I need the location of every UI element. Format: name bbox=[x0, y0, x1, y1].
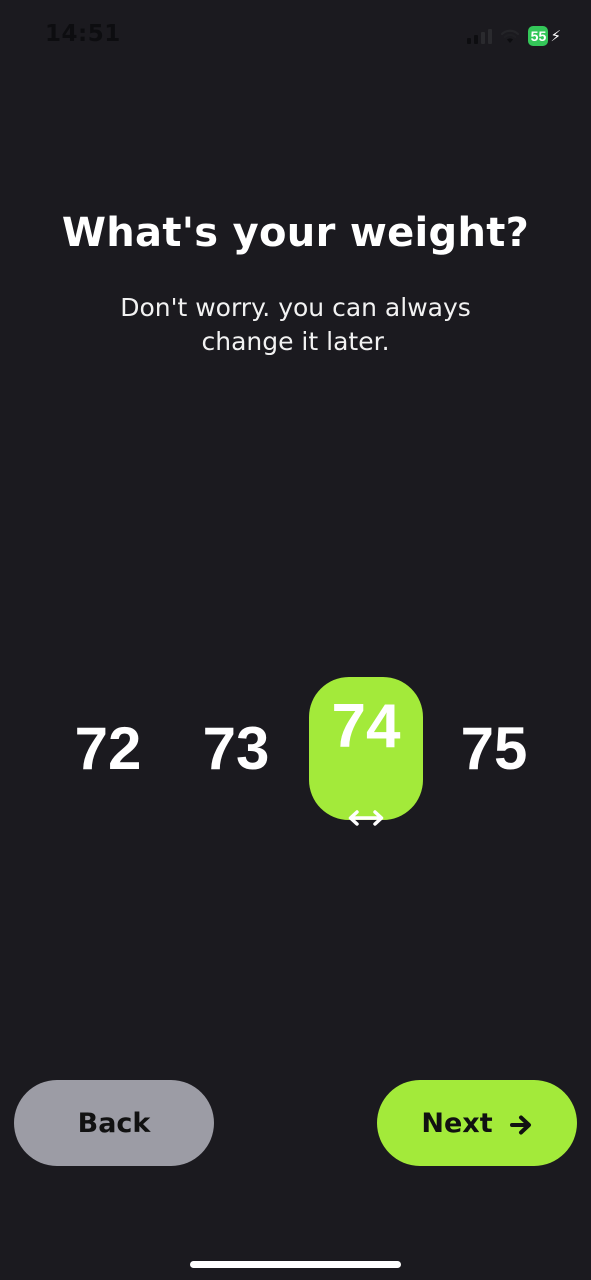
wifi-icon bbox=[500, 28, 520, 44]
picker-option-73[interactable]: 73 bbox=[179, 677, 293, 820]
charging-bolt-icon: ⚡ bbox=[550, 26, 561, 45]
back-button[interactable]: Back bbox=[14, 1080, 214, 1166]
picker-option-72[interactable]: 72 bbox=[51, 677, 165, 820]
back-button-label: Back bbox=[77, 1107, 151, 1139]
arrow-right-icon bbox=[509, 1111, 533, 1136]
signal-icon bbox=[467, 28, 493, 44]
horizontal-arrows-icon bbox=[348, 771, 384, 840]
page-subtitle: Don't worry. you can always change it la… bbox=[120, 291, 471, 359]
battery-level: 55 bbox=[528, 26, 549, 46]
subtitle-line-2: change it later. bbox=[201, 327, 390, 356]
home-indicator[interactable] bbox=[190, 1261, 401, 1268]
status-time: 14:51 bbox=[45, 21, 121, 47]
status-icons: 55 ⚡ bbox=[467, 24, 561, 48]
picker-option-selected[interactable]: 74 bbox=[309, 677, 423, 826]
next-button-label: Next bbox=[421, 1107, 493, 1139]
selected-weight-value: 74 bbox=[331, 692, 401, 761]
page-title: What's your weight? bbox=[61, 210, 530, 256]
next-button[interactable]: Next bbox=[377, 1080, 577, 1166]
weight-picker[interactable]: 72 73 74 75 bbox=[0, 677, 591, 826]
subtitle-line-1: Don't worry. you can always bbox=[120, 293, 471, 322]
battery-icon: 55 ⚡ bbox=[528, 26, 561, 46]
status-bar: 14:51 55 ⚡ bbox=[0, 0, 591, 70]
picker-option-75[interactable]: 75 bbox=[437, 677, 551, 820]
